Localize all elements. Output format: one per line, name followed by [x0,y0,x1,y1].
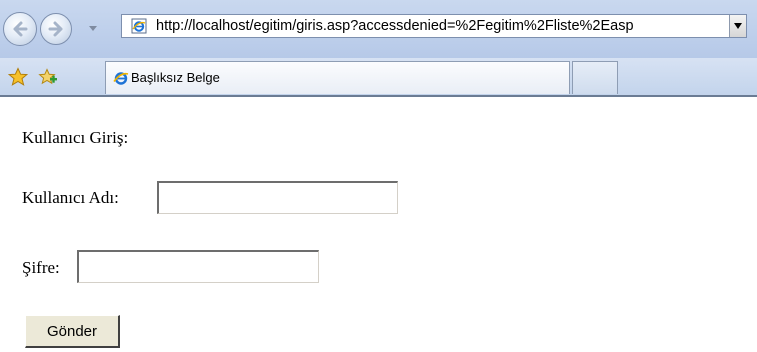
navigation-bar [0,0,757,58]
address-input[interactable] [156,16,716,36]
ie-page-icon [113,72,129,85]
tab-active[interactable]: Başlıksız Belge [105,61,570,94]
username-label: Kullanıcı Adı: [22,188,119,207]
username-input[interactable] [157,181,398,214]
favorites-star-icon[interactable] [8,67,28,87]
tab-title: Başlıksız Belge [131,70,220,85]
page-content: Kullanıcı Giriş: Kullanıcı Adı: Şifre: G… [0,97,757,352]
form-heading: Kullanıcı Giriş: [22,128,129,147]
forward-button[interactable] [40,13,72,45]
forward-arrow-icon [48,21,63,37]
password-input[interactable] [77,250,319,283]
chevron-down-icon [734,23,742,29]
add-favorites-icon[interactable] [38,67,58,87]
tab-bar: Başlıksız Belge [0,58,757,97]
password-label: Şifre: [22,258,60,277]
submit-button[interactable]: Gönder [25,315,120,348]
address-bar[interactable] [121,14,747,38]
history-dropdown-icon[interactable] [89,26,97,31]
ie-page-icon [131,18,147,34]
new-tab-button[interactable] [572,61,618,94]
back-button[interactable] [3,12,37,46]
address-dropdown-button[interactable] [729,15,746,37]
back-arrow-icon [13,21,28,37]
